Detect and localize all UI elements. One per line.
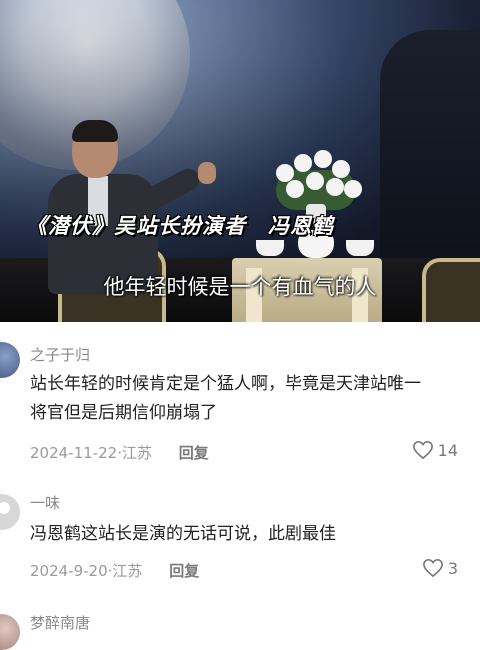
- avatar[interactable]: [0, 494, 20, 530]
- like-count: 14: [437, 440, 458, 460]
- comment-location: 江苏: [112, 562, 143, 580]
- video-frame[interactable]: 《潜伏》吴站长扮演者 冯恩鹤 他年轻时候是一个有血气的人: [0, 0, 480, 322]
- comment-username[interactable]: 一味: [30, 492, 60, 513]
- comment-text-line: 站长年轻的时候肯定是个猛人啊，毕竟是天津站唯一: [30, 374, 421, 394]
- comment-text: 站长年轻的时候肯定是个猛人啊，毕竟是天津站唯一 将官但是后期信仰崩塌了: [30, 370, 421, 428]
- guest-silhouette: [380, 30, 480, 290]
- video-subtitle: 他年轻时候是一个有血气的人: [103, 275, 377, 299]
- comment-date: 2024-11-22: [30, 444, 118, 462]
- heart-outline-icon: [412, 440, 433, 460]
- comment-username[interactable]: 之子于归: [30, 344, 90, 365]
- like-button[interactable]: 14: [412, 440, 458, 460]
- reply-button[interactable]: 回复: [169, 560, 199, 581]
- comment-date: 2024-9-20: [30, 562, 108, 580]
- flower-arrangement: [270, 150, 362, 212]
- comment-username[interactable]: 梦醉南唐: [30, 612, 90, 633]
- caption-title: 《潜伏》吴站长扮演者: [26, 214, 246, 238]
- comment-meta: 2024-9-20·江苏 回复: [30, 560, 200, 581]
- comment-text: 冯恩鹤这站长是演的无话可说，此剧最佳: [30, 524, 336, 544]
- like-count: 3: [447, 558, 458, 578]
- comment-location: 江苏: [121, 444, 152, 462]
- caption-actor-name: 冯恩鹤: [268, 214, 334, 238]
- comment-text-line: 将官但是后期信仰崩塌了: [30, 403, 217, 423]
- reply-button[interactable]: 回复: [179, 442, 209, 463]
- teacup: [256, 240, 284, 256]
- video-caption: 《潜伏》吴站长扮演者 冯恩鹤: [26, 210, 334, 240]
- avatar[interactable]: [0, 342, 20, 378]
- teacup: [346, 240, 374, 256]
- avatar[interactable]: [0, 614, 20, 650]
- heart-outline-icon: [422, 558, 443, 578]
- comment-meta: 2024-11-22·江苏 回复: [30, 442, 209, 463]
- like-button[interactable]: 3: [422, 558, 458, 578]
